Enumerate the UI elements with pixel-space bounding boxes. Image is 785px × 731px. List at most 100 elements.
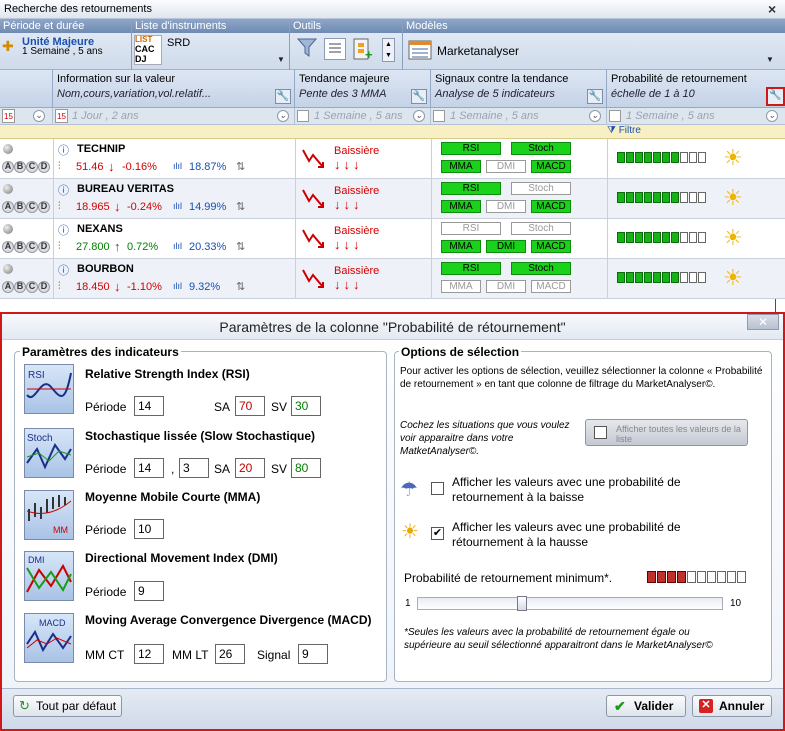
letter-tag-icon[interactable]: D bbox=[38, 201, 50, 213]
wrench-icon[interactable]: 🔧 bbox=[587, 89, 603, 104]
trend-arrows-icon: ↓↓↓ bbox=[334, 157, 363, 172]
svg-text:DMI: DMI bbox=[28, 555, 45, 565]
column-header-signals[interactable]: Signaux contre la tendance Analyse de 5 i… bbox=[431, 70, 607, 108]
close-icon[interactable]: × bbox=[768, 1, 776, 17]
slider-thumb[interactable] bbox=[516, 596, 527, 611]
period-selector[interactable]: ✚ Unité Majeure 1 Semaine , 5 ans bbox=[2, 36, 130, 66]
sun-icon: ☀ bbox=[401, 521, 419, 543]
calendar-icon[interactable]: 15 bbox=[2, 109, 15, 123]
rsi-sv-input[interactable]: 30 bbox=[291, 396, 321, 416]
letter-tag-icon[interactable]: D bbox=[38, 161, 50, 173]
table-row[interactable]: A B C Dⓘ TECHNIP ⫶ 51.46 ↓ -0.16% ılıl 18.87% ⇅ Bais… bbox=[0, 139, 785, 179]
wrench-icon[interactable]: 🔧 bbox=[766, 87, 785, 106]
table-row[interactable]: A B C Dⓘ BUREAU VERITAS ⫶ 18.965 ↓ -0.24% ılıl 14.… bbox=[0, 179, 785, 219]
wrench-icon[interactable]: 🔧 bbox=[411, 89, 427, 104]
status-dot-icon[interactable] bbox=[3, 144, 13, 154]
dmi-periode-input[interactable]: 9 bbox=[134, 581, 164, 601]
macd-signal-input[interactable]: 9 bbox=[298, 644, 328, 664]
add-column-button[interactable]: + bbox=[352, 36, 376, 62]
info-icon[interactable]: ⓘ bbox=[58, 142, 69, 158]
column-header-trend[interactable]: Tendance majeure Pente des 3 MMA 🔧 bbox=[295, 70, 431, 108]
instrument-list-selector[interactable]: LIST CAC DJ SRD ▼ bbox=[134, 35, 286, 68]
stock-name[interactable]: BOURBON bbox=[77, 263, 134, 275]
ok-button[interactable]: ✔ Valider bbox=[606, 695, 686, 717]
macd-lt-input[interactable]: 26 bbox=[215, 644, 245, 664]
filter-tool-button[interactable] bbox=[296, 37, 319, 61]
chevron-down-icon[interactable]: ⌄ bbox=[413, 110, 425, 122]
show-all-checkbox[interactable] bbox=[594, 426, 607, 439]
letter-tag-icon[interactable]: A bbox=[2, 201, 14, 213]
settings-icon[interactable]: ⇅ bbox=[236, 160, 245, 173]
trend-label: Baissière bbox=[334, 265, 380, 277]
show-all-button[interactable]: Afficher toutes les valeurs de la liste bbox=[585, 419, 748, 446]
mma-periode-input[interactable]: 10 bbox=[134, 519, 164, 539]
arrow-down-icon: ▼ bbox=[385, 52, 392, 59]
period-icon: ✚ bbox=[2, 38, 14, 54]
list-tool-button[interactable] bbox=[324, 38, 346, 60]
letter-tag-icon[interactable]: B bbox=[14, 161, 26, 173]
status-dot-icon[interactable] bbox=[3, 184, 13, 194]
rsi-sa-input[interactable]: 70 bbox=[235, 396, 265, 416]
letter-tag-icon[interactable]: D bbox=[38, 281, 50, 293]
filter-signals[interactable]: 1 Semaine , 5 ans ⌄ bbox=[431, 108, 607, 125]
list-label: SRD bbox=[167, 37, 191, 49]
chevron-down-icon[interactable]: ⌄ bbox=[33, 110, 45, 122]
close-icon[interactable]: ✕ bbox=[747, 314, 779, 330]
stoch-periode-input[interactable]: 14 bbox=[134, 458, 164, 478]
signal-macd: MACD bbox=[531, 280, 571, 293]
table-row[interactable]: A B C Dⓘ BOURBON ⫶ 18.450 ↓ -1.10% ılıl 9.32% ⇅ Bais… bbox=[0, 259, 785, 299]
defaults-button[interactable]: ↻ Tout par défaut bbox=[13, 695, 122, 717]
column-header-probability[interactable]: Probabilité de retournement échelle de 1 … bbox=[607, 70, 785, 108]
letter-tag-icon[interactable]: B bbox=[14, 281, 26, 293]
filter-trend[interactable]: 1 Semaine , 5 ans ⌄ bbox=[295, 108, 431, 125]
info-icon[interactable]: ⓘ bbox=[58, 182, 69, 198]
settings-icon[interactable]: ⇅ bbox=[236, 240, 245, 253]
letter-tag-icon[interactable]: C bbox=[26, 241, 38, 253]
stock-price: 18.450 bbox=[76, 281, 110, 293]
downtrend-icon bbox=[302, 269, 324, 288]
letter-tag-icon[interactable]: C bbox=[26, 161, 38, 173]
filter-probability[interactable]: 1 Semaine , 5 ans ⌄ bbox=[607, 108, 785, 125]
filter-label[interactable]: ⧩ Filtre bbox=[607, 125, 641, 136]
stock-name[interactable]: TECHNIP bbox=[77, 143, 125, 155]
column-header-info[interactable]: Information sur la valeur Nom,cours,varia… bbox=[53, 70, 295, 108]
letter-tag-icon[interactable]: B bbox=[14, 241, 26, 253]
filter-info[interactable]: 15 1 Jour , 2 ans ⌄ bbox=[53, 108, 295, 125]
letter-tag-icon[interactable]: A bbox=[2, 281, 14, 293]
letter-tag-icon[interactable]: D bbox=[38, 241, 50, 253]
stoch-sa-input[interactable]: 20 bbox=[235, 458, 265, 478]
model-selector[interactable]: Marketanalyser ▼ bbox=[406, 36, 780, 66]
indicators-panel-title: Paramètres des indicateurs bbox=[20, 345, 181, 359]
status-dot-icon[interactable] bbox=[3, 264, 13, 274]
info-icon[interactable]: ⓘ bbox=[58, 262, 69, 278]
settings-icon[interactable]: ⇅ bbox=[236, 200, 245, 213]
trend-arrows-icon: ↓↓↓ bbox=[334, 197, 363, 212]
stock-name[interactable]: BUREAU VERITAS bbox=[77, 183, 174, 195]
stoch-sv-input[interactable]: 80 bbox=[291, 458, 321, 478]
status-dot-icon[interactable] bbox=[3, 224, 13, 234]
stoch-smoothing-input[interactable]: 3 bbox=[179, 458, 209, 478]
stock-price: 51.46 bbox=[76, 161, 104, 173]
move-stepper[interactable]: ▲ ▼ bbox=[382, 38, 395, 62]
stock-name[interactable]: NEXANS bbox=[77, 223, 123, 235]
opt-baisse-checkbox[interactable] bbox=[431, 482, 444, 495]
chevron-down-icon[interactable]: ⌄ bbox=[766, 110, 778, 122]
chevron-down-icon[interactable]: ⌄ bbox=[589, 110, 601, 122]
settings-icon[interactable]: ⇅ bbox=[236, 280, 245, 293]
cancel-button[interactable]: ✕ Annuler bbox=[692, 695, 772, 717]
opt-hausse-checkbox[interactable]: ✔ bbox=[431, 527, 444, 540]
min-prob-slider[interactable] bbox=[417, 596, 723, 611]
info-icon[interactable]: ⓘ bbox=[58, 222, 69, 238]
table-row[interactable]: A B C Dⓘ NEXANS ⫶ 27.800 ↑ 0.72% ılıl 20.33% ⇅ Baiss… bbox=[0, 219, 785, 259]
letter-tag-icon[interactable]: C bbox=[26, 201, 38, 213]
letter-tag-icon[interactable]: A bbox=[2, 161, 14, 173]
chevron-down-icon[interactable]: ⌄ bbox=[277, 110, 289, 122]
wrench-icon[interactable]: 🔧 bbox=[275, 89, 291, 104]
rsi-periode-input[interactable]: 14 bbox=[134, 396, 164, 416]
letter-tag-icon[interactable]: B bbox=[14, 201, 26, 213]
selection-info-text: Pour activer les options de sélection, v… bbox=[400, 366, 763, 390]
letter-tag-icon[interactable]: C bbox=[26, 281, 38, 293]
letter-tag-icon[interactable]: A bbox=[2, 241, 14, 253]
macd-ct-input[interactable]: 12 bbox=[134, 644, 164, 664]
grid-icon bbox=[297, 110, 309, 122]
